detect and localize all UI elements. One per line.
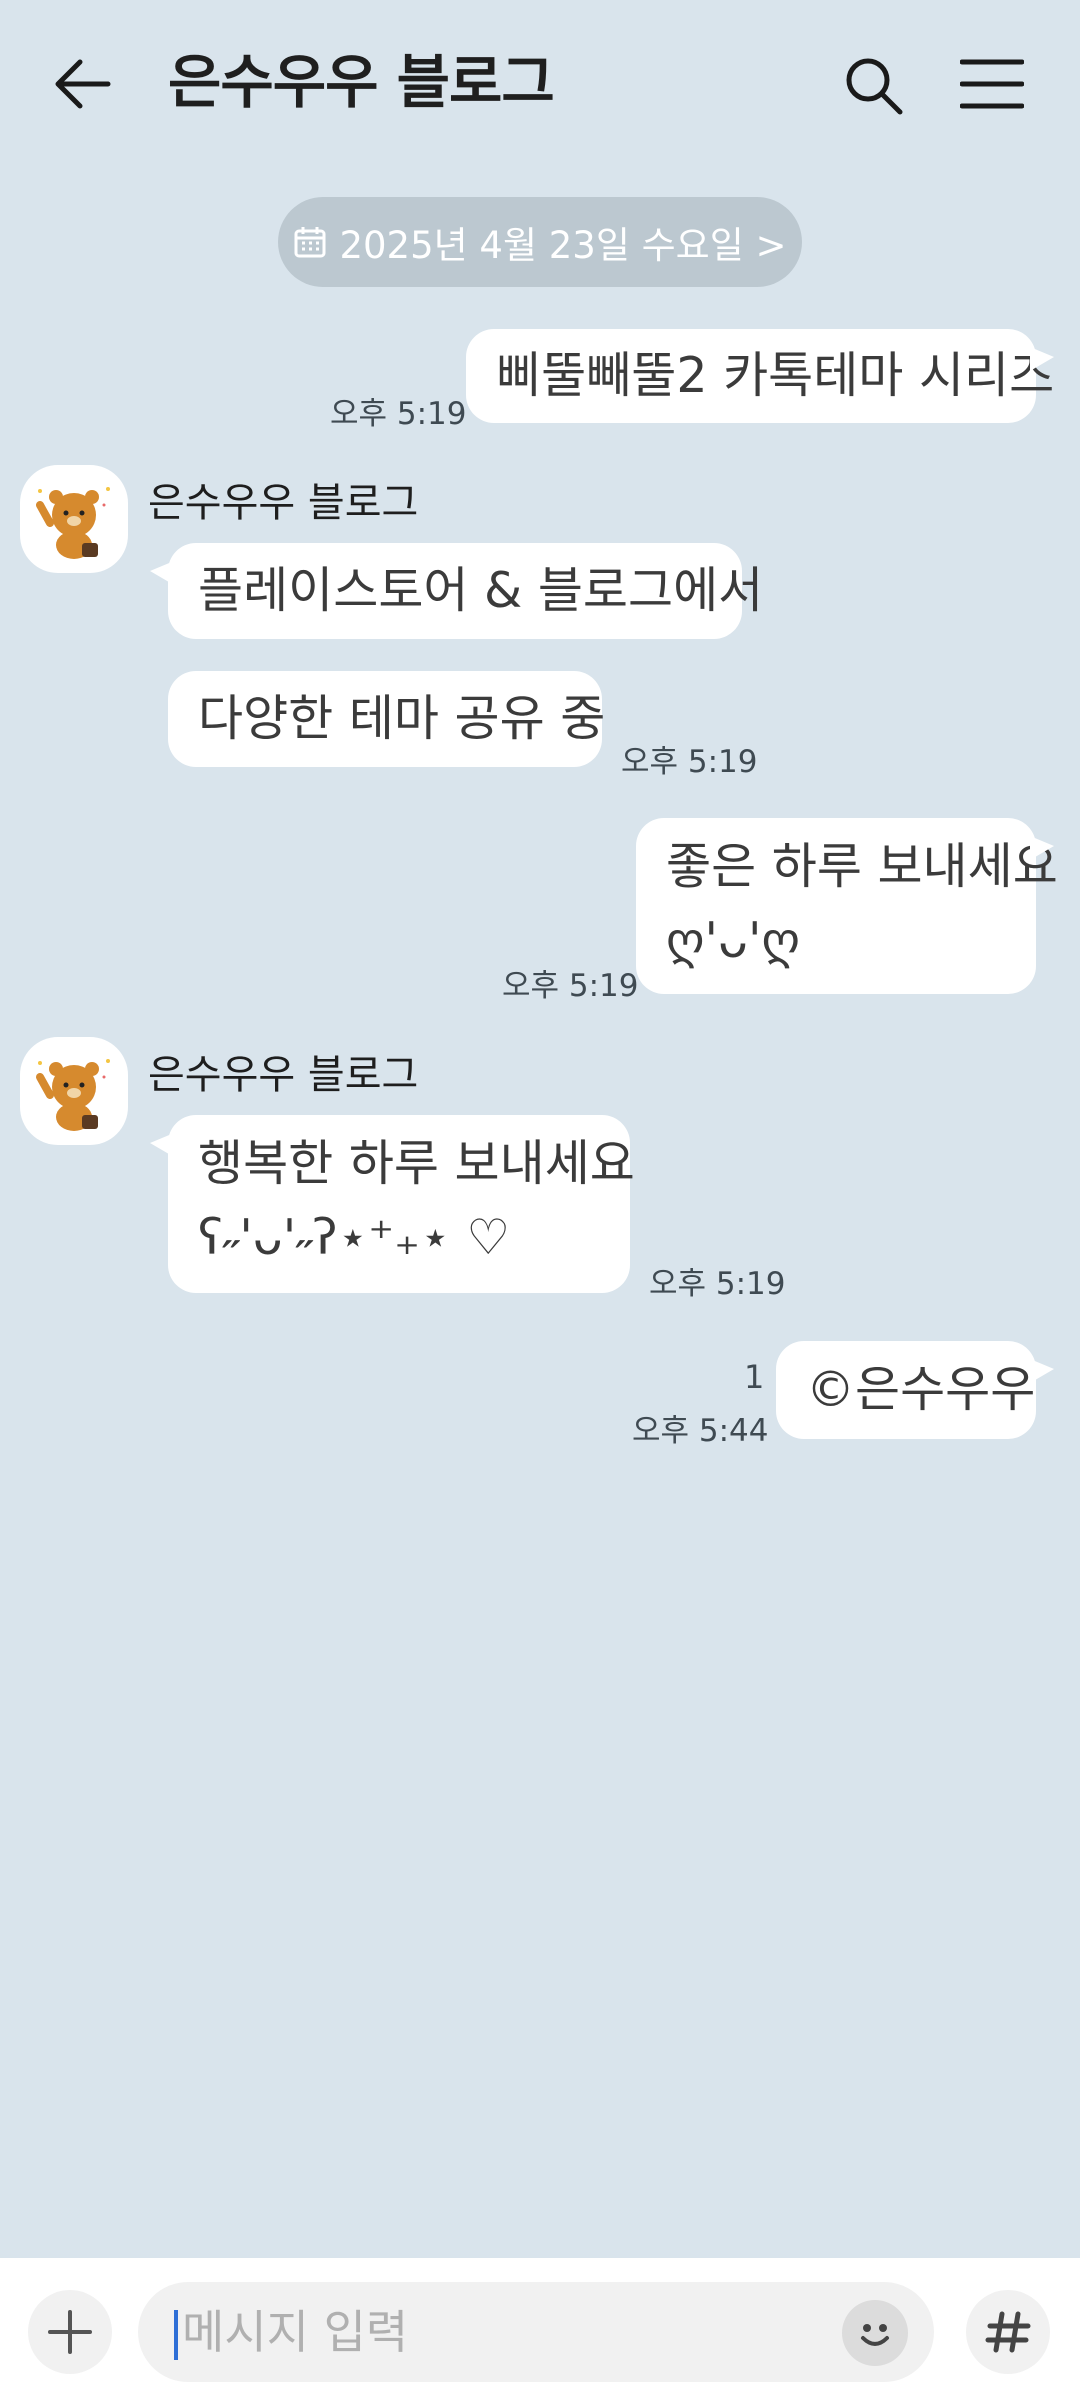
message-text: ©은수우우 [806, 1361, 1036, 1418]
message-text: 좋은 하루 보내세요 [666, 838, 1058, 895]
bear-character-icon [36, 1059, 110, 1131]
search-icon[interactable] [842, 54, 904, 116]
emoji-button[interactable] [842, 2300, 908, 2366]
sender-name: 은수우우 블로그 [148, 480, 419, 526]
message-bubble[interactable]: 행복한 하루 보내세요 ʕ˶'ᴗ'˶ʔ⋆⁺₊⋆ ♡ [150, 1115, 635, 1293]
back-arrow-icon[interactable] [50, 52, 114, 116]
message-time: 오후 5:19 [502, 968, 639, 1004]
message-text: 삐뚤빼뚤2 카톡테마 시리즈 [496, 347, 1055, 404]
emoji-icon [861, 2324, 889, 2346]
attach-button[interactable] [28, 2290, 112, 2374]
hashtag-icon [985, 2311, 1031, 2353]
message-text: 행복한 하루 보내세요 [198, 1135, 635, 1192]
message-text: ʕ˶'ᴗ'˶ʔ⋆⁺₊⋆ ♡ [198, 1209, 511, 1266]
message-bubble[interactable]: 좋은 하루 보내세요 ღ'ᴗ'ღ [636, 818, 1058, 994]
calendar-icon [294, 227, 326, 258]
chat-header: 은수우우 블로그 [0, 0, 1080, 165]
input-placeholder: 메시지 입력 [182, 2305, 409, 2359]
message-time: 오후 5:19 [621, 744, 758, 780]
message-input[interactable]: 메시지 입력 [138, 2282, 934, 2382]
message-bubble[interactable]: 다양한 테마 공유 중 [168, 671, 606, 767]
plus-icon [48, 2310, 92, 2354]
date-label: 2025년 4월 23일 수요일 > [339, 224, 787, 267]
message-bubble[interactable]: 플레이스토어 & 블로그에서 [150, 543, 764, 639]
message-time: 오후 5:44 [632, 1413, 769, 1449]
chat-title: 은수우우 블로그 [168, 48, 555, 116]
message-time: 오후 5:19 [649, 1266, 786, 1302]
sender-name: 은수우우 블로그 [148, 1052, 419, 1098]
avatar[interactable] [20, 1037, 128, 1145]
message-text: 플레이스토어 & 블로그에서 [198, 562, 764, 619]
message-text: ღ'ᴗ'ღ [666, 912, 800, 969]
message-input-bar: 메시지 입력 [0, 2258, 1080, 2402]
avatar[interactable] [20, 465, 128, 573]
message-text: 다양한 테마 공유 중 [198, 690, 606, 747]
hamburger-menu-icon[interactable] [960, 58, 1024, 110]
hashtag-button[interactable] [966, 2290, 1050, 2374]
message-time: 오후 5:19 [330, 396, 467, 432]
text-cursor [174, 2310, 178, 2360]
unread-count: 1 [744, 1358, 765, 1396]
bear-character-icon [36, 487, 110, 559]
message-bubble[interactable]: 삐뚤빼뚤2 카톡테마 시리즈 [466, 329, 1055, 423]
message-bubble[interactable]: ©은수우우 [776, 1341, 1054, 1439]
date-divider[interactable]: 2025년 4월 23일 수요일 > [278, 197, 802, 287]
